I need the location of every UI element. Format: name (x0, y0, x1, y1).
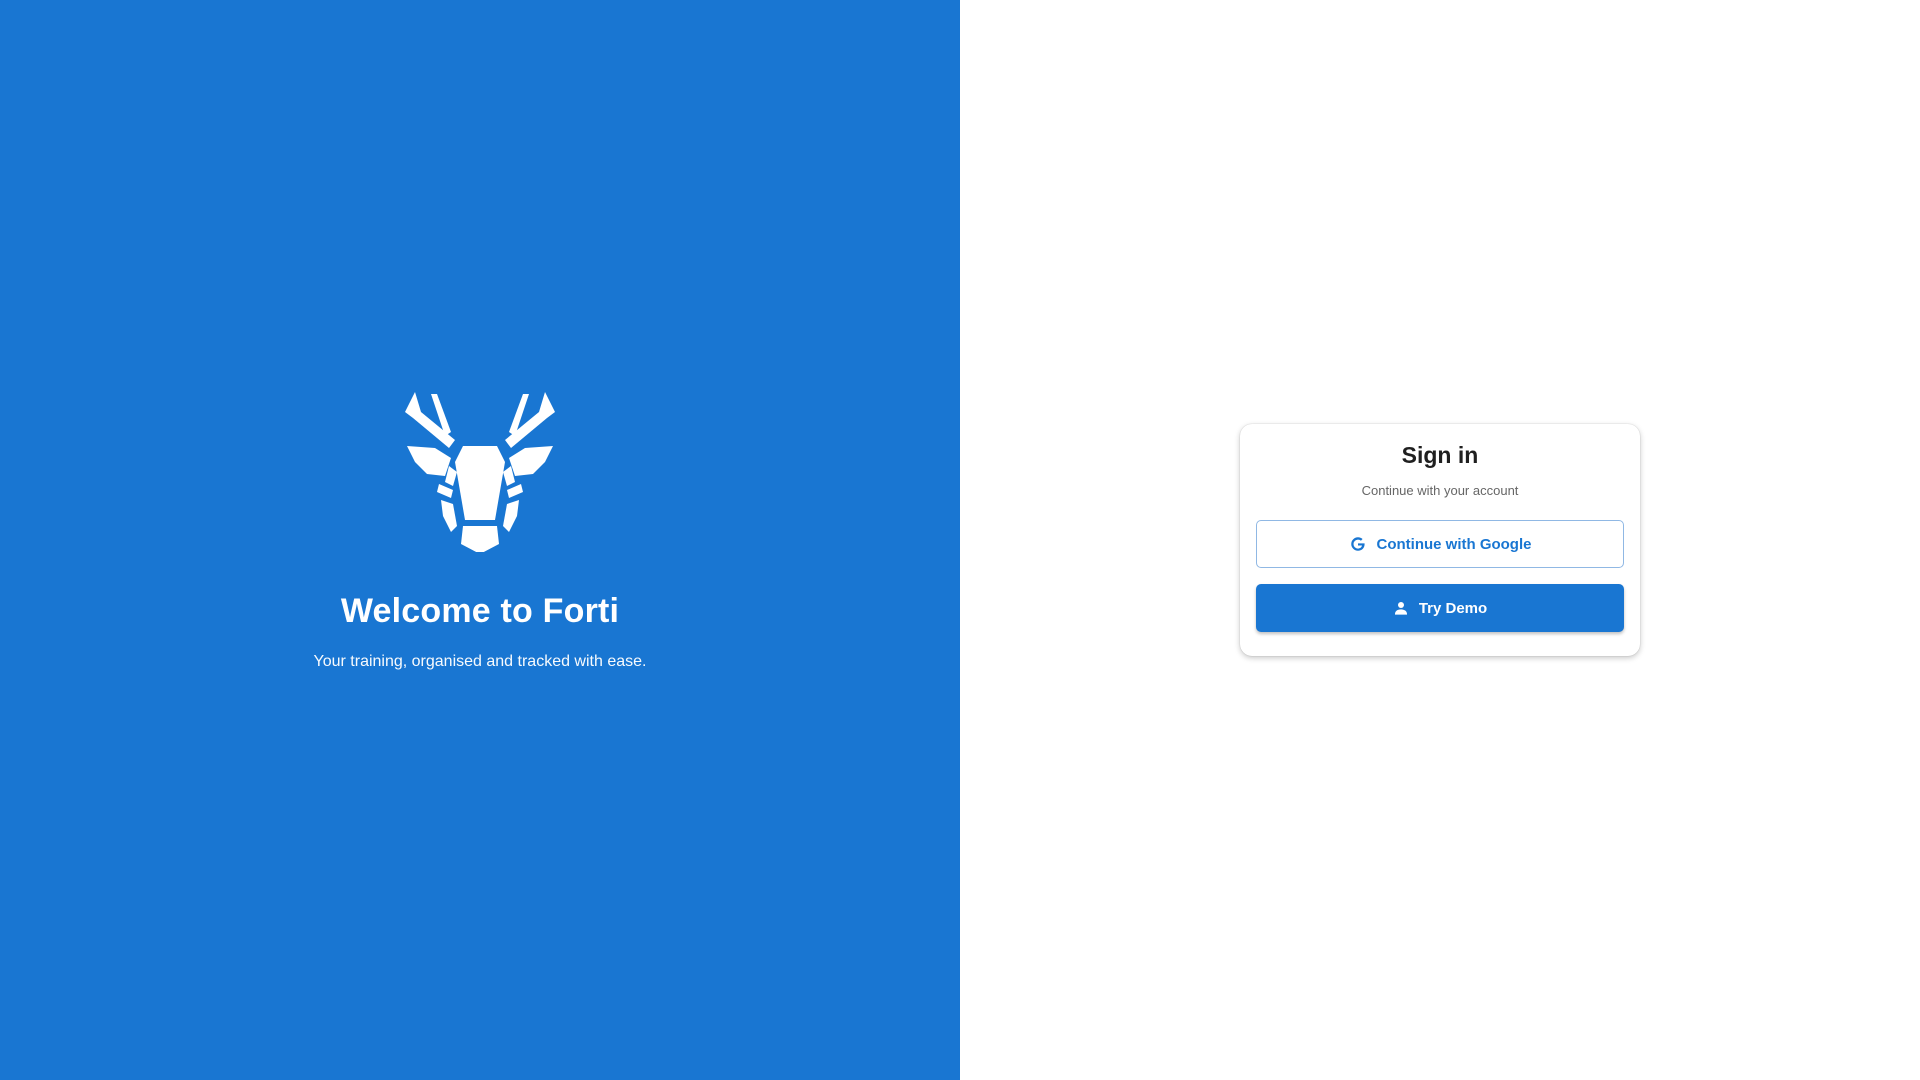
welcome-heading: Welcome to Forti (340, 591, 620, 630)
signin-panel: Sign in Continue with your account Conti… (960, 0, 1920, 1080)
signin-card: Sign in Continue with your account Conti… (1240, 424, 1640, 656)
continue-with-google-button[interactable]: Continue with Google (1256, 520, 1624, 568)
google-g-icon (1350, 537, 1365, 551)
signin-subtitle: Continue with your account (1361, 483, 1519, 498)
google-button-label: Continue with Google (1376, 535, 1532, 553)
welcome-tagline: Your training, organised and tracked wit… (313, 652, 647, 670)
person-icon (1394, 602, 1407, 615)
login-page: Welcome to Forti Your training, organise… (0, 0, 1920, 1080)
signin-title: Sign in (1401, 442, 1479, 468)
hero-panel: Welcome to Forti Your training, organise… (0, 0, 960, 1080)
try-demo-button[interactable]: Try Demo (1256, 584, 1624, 632)
demo-button-label: Try Demo (1418, 599, 1488, 617)
stag-head-logo-icon (405, 391, 555, 552)
